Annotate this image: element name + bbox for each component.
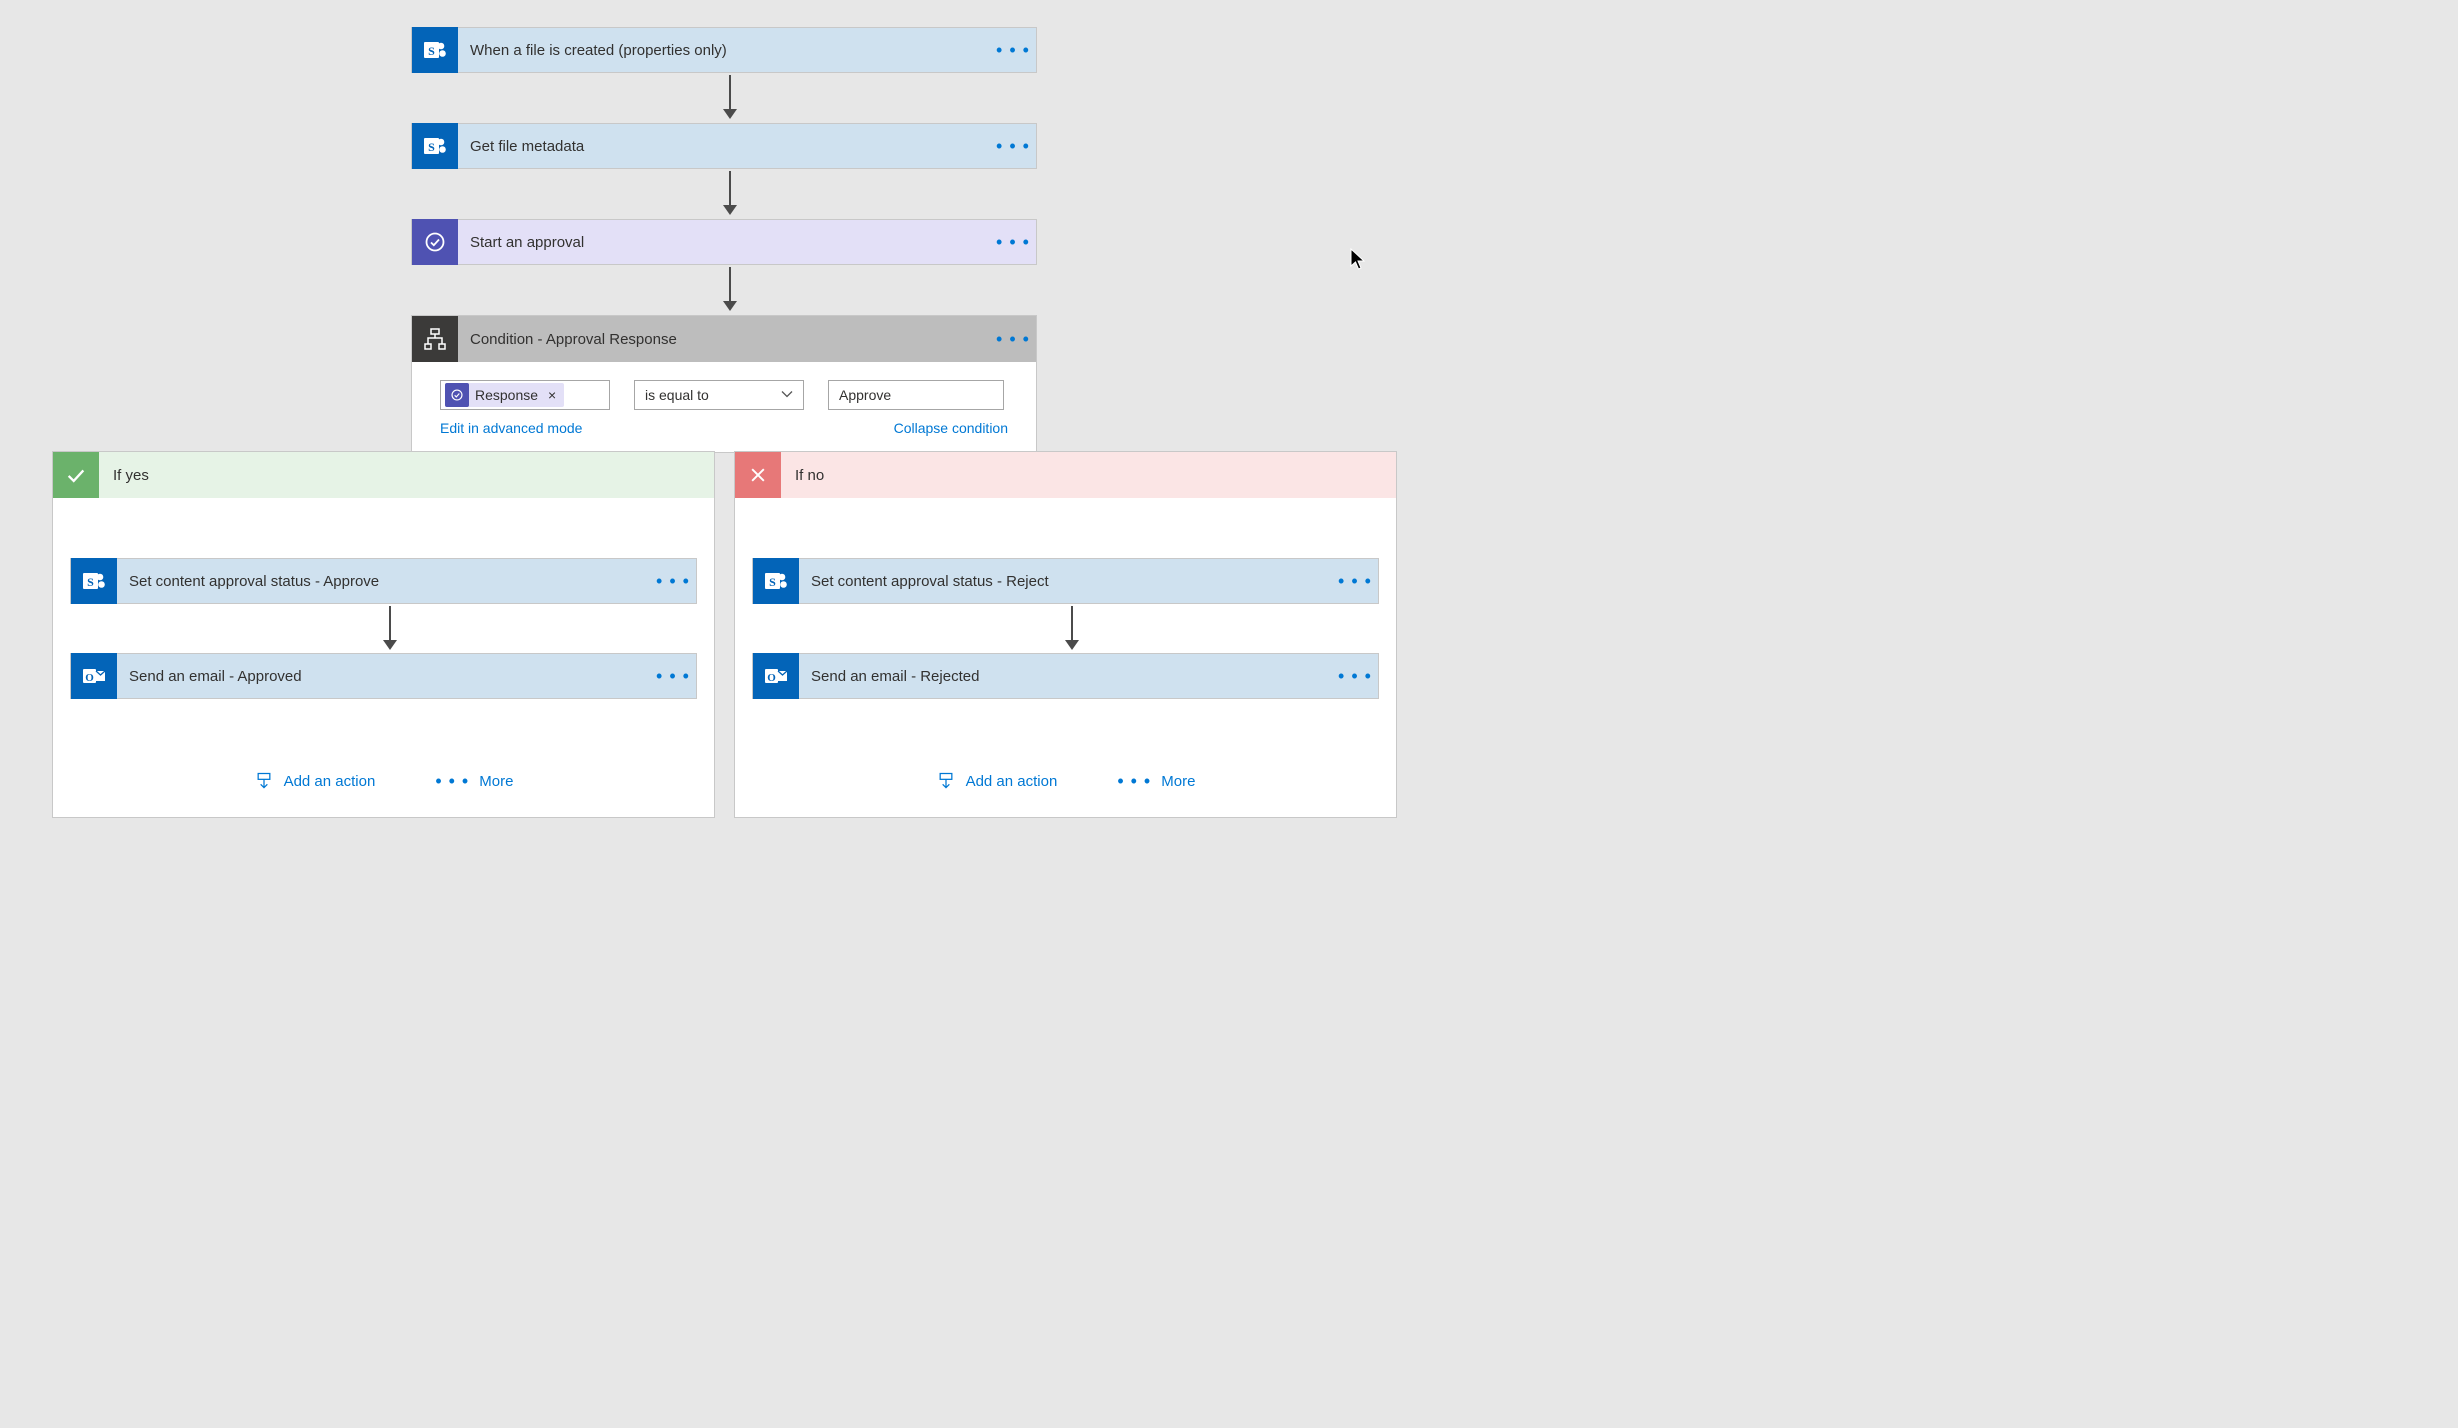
ellipsis-icon: • • •	[656, 667, 690, 685]
more-button[interactable]: • • • More	[435, 772, 513, 790]
more-menu-button[interactable]: • • •	[1332, 653, 1378, 699]
step-title: Set content approval status - Reject	[799, 573, 1332, 590]
condition-body: Response × is equal to Approve Edit in a…	[412, 362, 1036, 452]
more-menu-button[interactable]: • • •	[650, 653, 696, 699]
mouse-cursor	[1350, 248, 1368, 276]
value-text: Approve	[839, 387, 891, 403]
ellipsis-icon: • • •	[996, 137, 1030, 155]
step-get-file-metadata[interactable]: S Get file metadata • • •	[411, 123, 1037, 169]
step-send-email-rejected[interactable]: O Send an email - Rejected • • •	[752, 653, 1379, 699]
condition-block[interactable]: Condition - Approval Response • • • Resp…	[411, 315, 1037, 453]
approval-icon	[412, 219, 458, 265]
sharepoint-icon: S	[412, 27, 458, 73]
svg-text:S: S	[769, 575, 776, 589]
operator-label: is equal to	[645, 387, 709, 403]
ellipsis-icon: • • •	[656, 572, 690, 590]
ellipsis-icon: • • •	[1117, 772, 1151, 790]
step-title: Start an approval	[458, 234, 990, 251]
add-action-icon	[936, 771, 956, 791]
condition-icon	[412, 316, 458, 362]
step-trigger[interactable]: S When a file is created (properties onl…	[411, 27, 1037, 73]
outlook-icon: O	[71, 653, 117, 699]
more-menu-button[interactable]: • • •	[990, 316, 1036, 362]
step-set-approval-status-reject[interactable]: S Set content approval status - Reject •…	[752, 558, 1379, 604]
svg-text:S: S	[428, 44, 435, 58]
add-action-button[interactable]: Add an action	[254, 771, 376, 791]
ellipsis-icon: • • •	[996, 233, 1030, 251]
svg-text:O: O	[767, 672, 776, 684]
branch-if-yes: If yes S Set content approval status - A…	[52, 451, 715, 818]
step-title: Send an email - Approved	[117, 668, 650, 685]
step-send-email-approved[interactable]: O Send an email - Approved • • •	[70, 653, 697, 699]
connector-arrow	[1065, 606, 1079, 650]
ellipsis-icon: • • •	[1338, 572, 1372, 590]
sharepoint-icon: S	[412, 123, 458, 169]
sharepoint-icon: S	[753, 558, 799, 604]
token-label: Response	[475, 387, 538, 403]
collapse-condition-link[interactable]: Collapse condition	[894, 420, 1008, 436]
branch-if-no: If no S Set content approval status - Re…	[734, 451, 1397, 818]
token-pill[interactable]: Response ×	[445, 383, 564, 407]
step-title: Get file metadata	[458, 138, 990, 155]
step-title: When a file is created (properties only)	[458, 42, 990, 59]
svg-text:S: S	[428, 140, 435, 154]
ellipsis-icon: • • •	[996, 41, 1030, 59]
condition-value-input[interactable]: Approve	[828, 380, 1004, 410]
step-title: Send an email - Rejected	[799, 668, 1332, 685]
branch-header-yes[interactable]: If yes	[53, 452, 714, 498]
close-icon	[735, 452, 781, 498]
add-action-icon	[254, 771, 274, 791]
condition-header[interactable]: Condition - Approval Response • • •	[412, 316, 1036, 362]
condition-title: Condition - Approval Response	[458, 331, 990, 348]
condition-operator-select[interactable]: is equal to	[634, 380, 804, 410]
step-set-approval-status-approve[interactable]: S Set content approval status - Approve …	[70, 558, 697, 604]
more-menu-button[interactable]: • • •	[650, 558, 696, 604]
more-menu-button[interactable]: • • •	[990, 27, 1036, 73]
ellipsis-icon: • • •	[435, 772, 469, 790]
step-start-approval[interactable]: Start an approval • • •	[411, 219, 1037, 265]
connector-arrow	[723, 171, 737, 215]
ellipsis-icon: • • •	[996, 330, 1030, 348]
more-menu-button[interactable]: • • •	[990, 219, 1036, 265]
step-title: Set content approval status - Approve	[117, 573, 650, 590]
ellipsis-icon: • • •	[1338, 667, 1372, 685]
connector-arrow	[383, 606, 397, 650]
more-menu-button[interactable]: • • •	[1332, 558, 1378, 604]
branch-label: If no	[781, 467, 824, 484]
svg-text:S: S	[87, 575, 94, 589]
chevron-down-icon	[781, 387, 793, 403]
approval-icon	[445, 383, 469, 407]
token-remove[interactable]: ×	[548, 387, 556, 403]
outlook-icon: O	[753, 653, 799, 699]
check-icon	[53, 452, 99, 498]
connector-arrow	[723, 75, 737, 119]
more-menu-button[interactable]: • • •	[990, 123, 1036, 169]
add-action-button[interactable]: Add an action	[936, 771, 1058, 791]
sharepoint-icon: S	[71, 558, 117, 604]
svg-text:O: O	[85, 672, 94, 684]
connector-arrow	[723, 267, 737, 311]
edit-advanced-link[interactable]: Edit in advanced mode	[440, 420, 582, 436]
more-button[interactable]: • • • More	[1117, 772, 1195, 790]
branch-label: If yes	[99, 467, 149, 484]
branch-header-no[interactable]: If no	[735, 452, 1396, 498]
condition-left-operand[interactable]: Response ×	[440, 380, 610, 410]
